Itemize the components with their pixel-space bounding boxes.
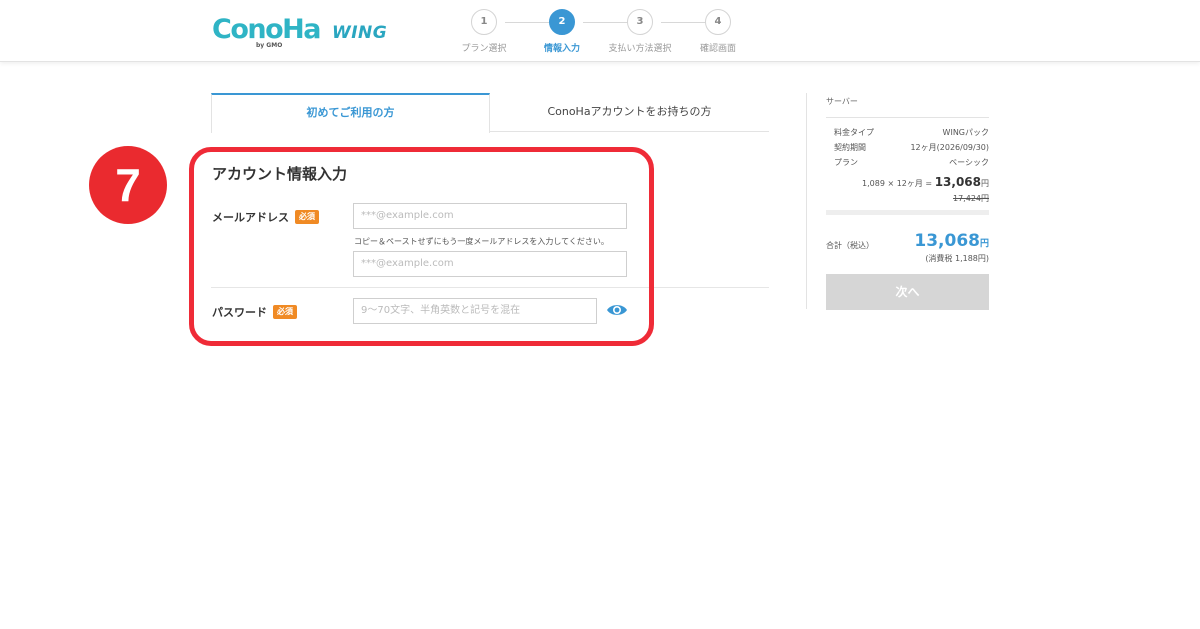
original-price: 17,424円 (953, 194, 989, 203)
tab-first-time[interactable]: 初めてご利用の方 (211, 93, 490, 133)
summary-row: プラン ベーシック (826, 155, 989, 170)
total-label: 合計（税込） (826, 240, 874, 250)
price-calculation: 1,089 × 12ヶ月 = 13,068円 (826, 175, 989, 189)
tax-note: (消費税 1,188円) (925, 254, 989, 263)
summary-row-value: WINGパック (942, 128, 989, 137)
summary-row: 契約期間 12ヶ月(2026/09/30) (826, 140, 989, 155)
step-number: 4 (705, 9, 731, 35)
summary-heading: サーバー (826, 93, 989, 118)
annotation-highlight-box (189, 147, 654, 346)
summary-separator-bar (826, 210, 989, 215)
next-button[interactable]: 次へ (826, 274, 989, 310)
step-label: 確認画面 (699, 44, 736, 54)
total-unit: 円 (979, 239, 989, 249)
step-3: 3 支払い方法選択 (605, 9, 675, 54)
top-header: ConoHa by GMO WING 1 プラン選択 2 情報入力 3 支払い方… (0, 0, 1200, 62)
step-label: 支払い方法選択 (608, 44, 672, 54)
logo-wing-text: WING (331, 23, 388, 43)
step-2: 2 情報入力 (527, 9, 597, 54)
summary-row-label: プラン (834, 158, 858, 167)
total-price: 13,068円 (914, 231, 989, 251)
conoha-wing-logo[interactable]: ConoHa by GMO WING (212, 14, 388, 50)
summary-row-value: ベーシック (949, 158, 989, 167)
step-4: 4 確認画面 (683, 9, 753, 54)
summary-row-label: 契約期間 (834, 143, 866, 152)
summary-row-label: 料金タイプ (834, 128, 874, 137)
calc-amount: 13,068 (934, 175, 981, 189)
step-label: プラン選択 (461, 44, 507, 54)
summary-row: 料金タイプ WINGパック (826, 125, 989, 140)
progress-steps: 1 プラン選択 2 情報入力 3 支払い方法選択 4 確認画面 (460, 9, 750, 55)
account-type-tabs: 初めてご利用の方 ConoHaアカウントをお持ちの方 (211, 93, 769, 133)
calc-unit: 円 (981, 179, 989, 188)
column-divider (806, 93, 807, 309)
step-number: 1 (471, 9, 497, 35)
step-label: 情報入力 (543, 44, 580, 54)
logo-by-gmo-text: by GMO (256, 42, 283, 49)
step-number: 2 (549, 9, 575, 35)
logo-conoha-text: ConoHa (212, 14, 321, 45)
calc-prefix: 1,089 × 12ヶ月 = (862, 179, 935, 188)
step-1: 1 プラン選択 (449, 9, 519, 54)
annotation-step-badge: 7 (89, 146, 167, 224)
total-amount: 13,068 (914, 231, 980, 251)
total-row: 合計（税込） 13,068円 (826, 231, 989, 251)
order-summary: サーバー 料金タイプ WINGパック 契約期間 12ヶ月(2026/09/30)… (826, 93, 989, 310)
step-number: 3 (627, 9, 653, 35)
tab-existing-account[interactable]: ConoHaアカウントをお持ちの方 (490, 93, 769, 132)
summary-row-value: 12ヶ月(2026/09/30) (910, 143, 989, 152)
